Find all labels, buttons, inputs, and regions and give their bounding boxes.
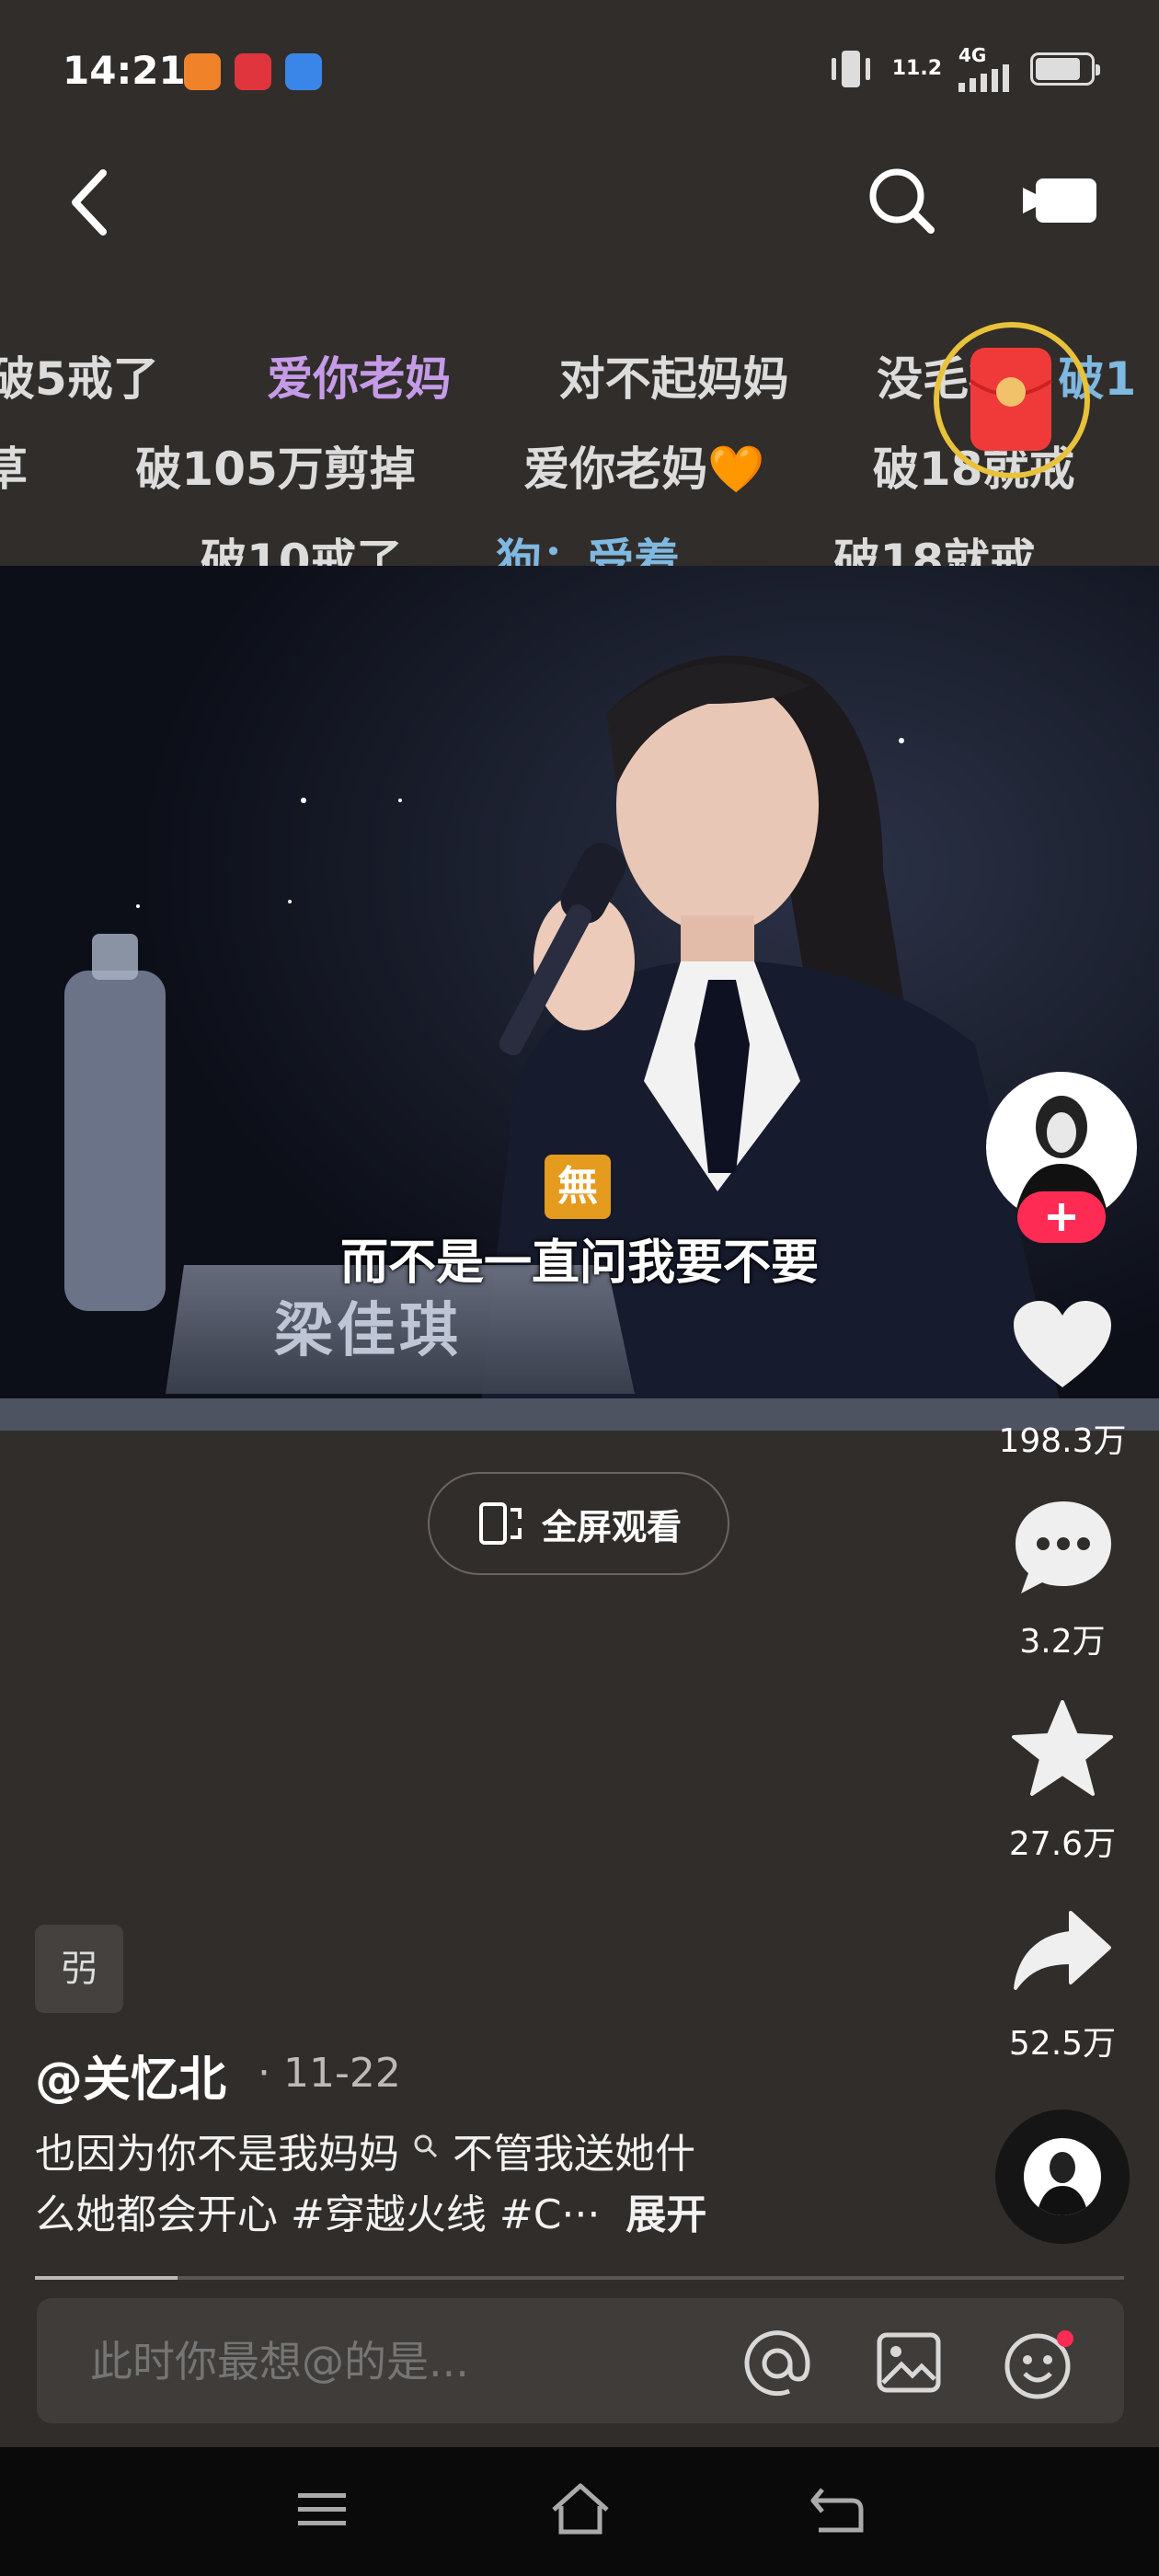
battery-icon: [1030, 52, 1100, 86]
signal-group: 4G: [958, 46, 1014, 92]
app-notification-icon-3: [285, 53, 322, 90]
signal-icon: [958, 64, 1009, 92]
home-icon[interactable]: [548, 2480, 613, 2537]
battery-tip: [1096, 64, 1100, 75]
back-nav-icon[interactable]: [806, 2482, 866, 2537]
video-camera-icon[interactable]: [1021, 173, 1100, 228]
caption-line-1: 也因为你不是我妈妈 不管我送她什: [35, 2125, 695, 2184]
app-notification-icon-2: [235, 53, 271, 90]
danmaku-item: 爱你老妈: [267, 352, 452, 406]
video-progress-track[interactable]: [35, 2276, 1124, 2280]
danmaku-item: 草: [0, 443, 28, 496]
favorite-count: 27.6万: [1008, 1825, 1117, 1863]
emoji-icon[interactable]: [1003, 2329, 1076, 2399]
tag-badge: 弜: [35, 1925, 123, 2013]
video-progress-fill: [35, 2276, 178, 2280]
author-name[interactable]: @关忆北: [35, 2041, 226, 2110]
battery-fill: [1036, 58, 1081, 80]
favorite-star-icon[interactable]: [1012, 1700, 1113, 1798]
name-plate-text: 梁佳琪: [274, 1297, 462, 1365]
network-speed: 11.2: [892, 58, 942, 80]
disc-cover-portrait: [1037, 2152, 1088, 2215]
expand-link[interactable]: 展开: [625, 2191, 706, 2238]
video-frame-illustration: [0, 566, 1159, 1431]
comment-icon[interactable]: [1012, 1498, 1115, 1597]
status-right-group: 11.2 4G: [826, 46, 1100, 92]
caption-text-2[interactable]: 么她都会开心 #穿越火线 #C···: [35, 2191, 600, 2238]
network-speed-value: 11.2: [891, 57, 942, 80]
comment-input-bar[interactable]: [37, 2298, 1124, 2423]
danmaku-item: 破105万剪掉: [135, 443, 416, 496]
search-small-icon[interactable]: [412, 2133, 440, 2160]
follow-button[interactable]: [1017, 1191, 1106, 1243]
share-arrow-icon[interactable]: [1012, 1909, 1113, 1992]
post-date: · 11-22: [258, 2050, 401, 2097]
search-icon[interactable]: [865, 164, 938, 237]
at-mention-icon[interactable]: [743, 2329, 811, 2398]
vibrate-icon: [831, 51, 870, 87]
caption-text-1b: 不管我送她什: [453, 2131, 695, 2178]
system-nav-bar: [0, 2447, 1159, 2576]
share-count: 52.5万: [1008, 2025, 1117, 2063]
plus-icon: [1048, 1203, 1075, 1231]
danmaku-item: 爱你老妈🧡: [523, 443, 765, 496]
video-badge: 無: [545, 1155, 611, 1219]
danmaku-item: 破5戒了: [0, 352, 159, 406]
video-player[interactable]: 梁佳琪 無 而不是一直问我要不要: [0, 566, 1159, 1431]
red-packet-button[interactable]: [934, 322, 1090, 478]
comment-count: 3.2万: [1019, 1623, 1106, 1661]
music-disc[interactable]: [995, 2110, 1130, 2244]
menu-icon[interactable]: [294, 2484, 350, 2536]
like-heart-icon[interactable]: [1012, 1299, 1113, 1391]
comment-input[interactable]: [88, 2329, 736, 2394]
fullscreen-button[interactable]: 全屏观看: [428, 1472, 729, 1575]
fullscreen-label: 全屏观看: [541, 1506, 682, 1547]
caption-text-1: 也因为你不是我妈妈: [35, 2131, 399, 2178]
status-time: 14:21: [63, 48, 186, 93]
rotate-screen-icon: [478, 1502, 522, 1545]
app-notification-icon-1: [184, 53, 221, 90]
music-disc-cover: [1024, 2138, 1101, 2215]
chevron-left-icon[interactable]: [64, 166, 120, 239]
danmaku-item: 对不起妈妈: [558, 352, 789, 406]
caption-line-2: 么她都会开心 #穿越火线 #C··· 展开: [35, 2186, 706, 2245]
like-count: 198.3万: [998, 1422, 1127, 1460]
net-type: 4G: [958, 44, 987, 66]
image-picker-icon[interactable]: [876, 2331, 942, 2394]
video-subtitle: 而不是一直问我要不要: [339, 1236, 819, 1291]
red-envelope-icon: [969, 348, 1053, 451]
